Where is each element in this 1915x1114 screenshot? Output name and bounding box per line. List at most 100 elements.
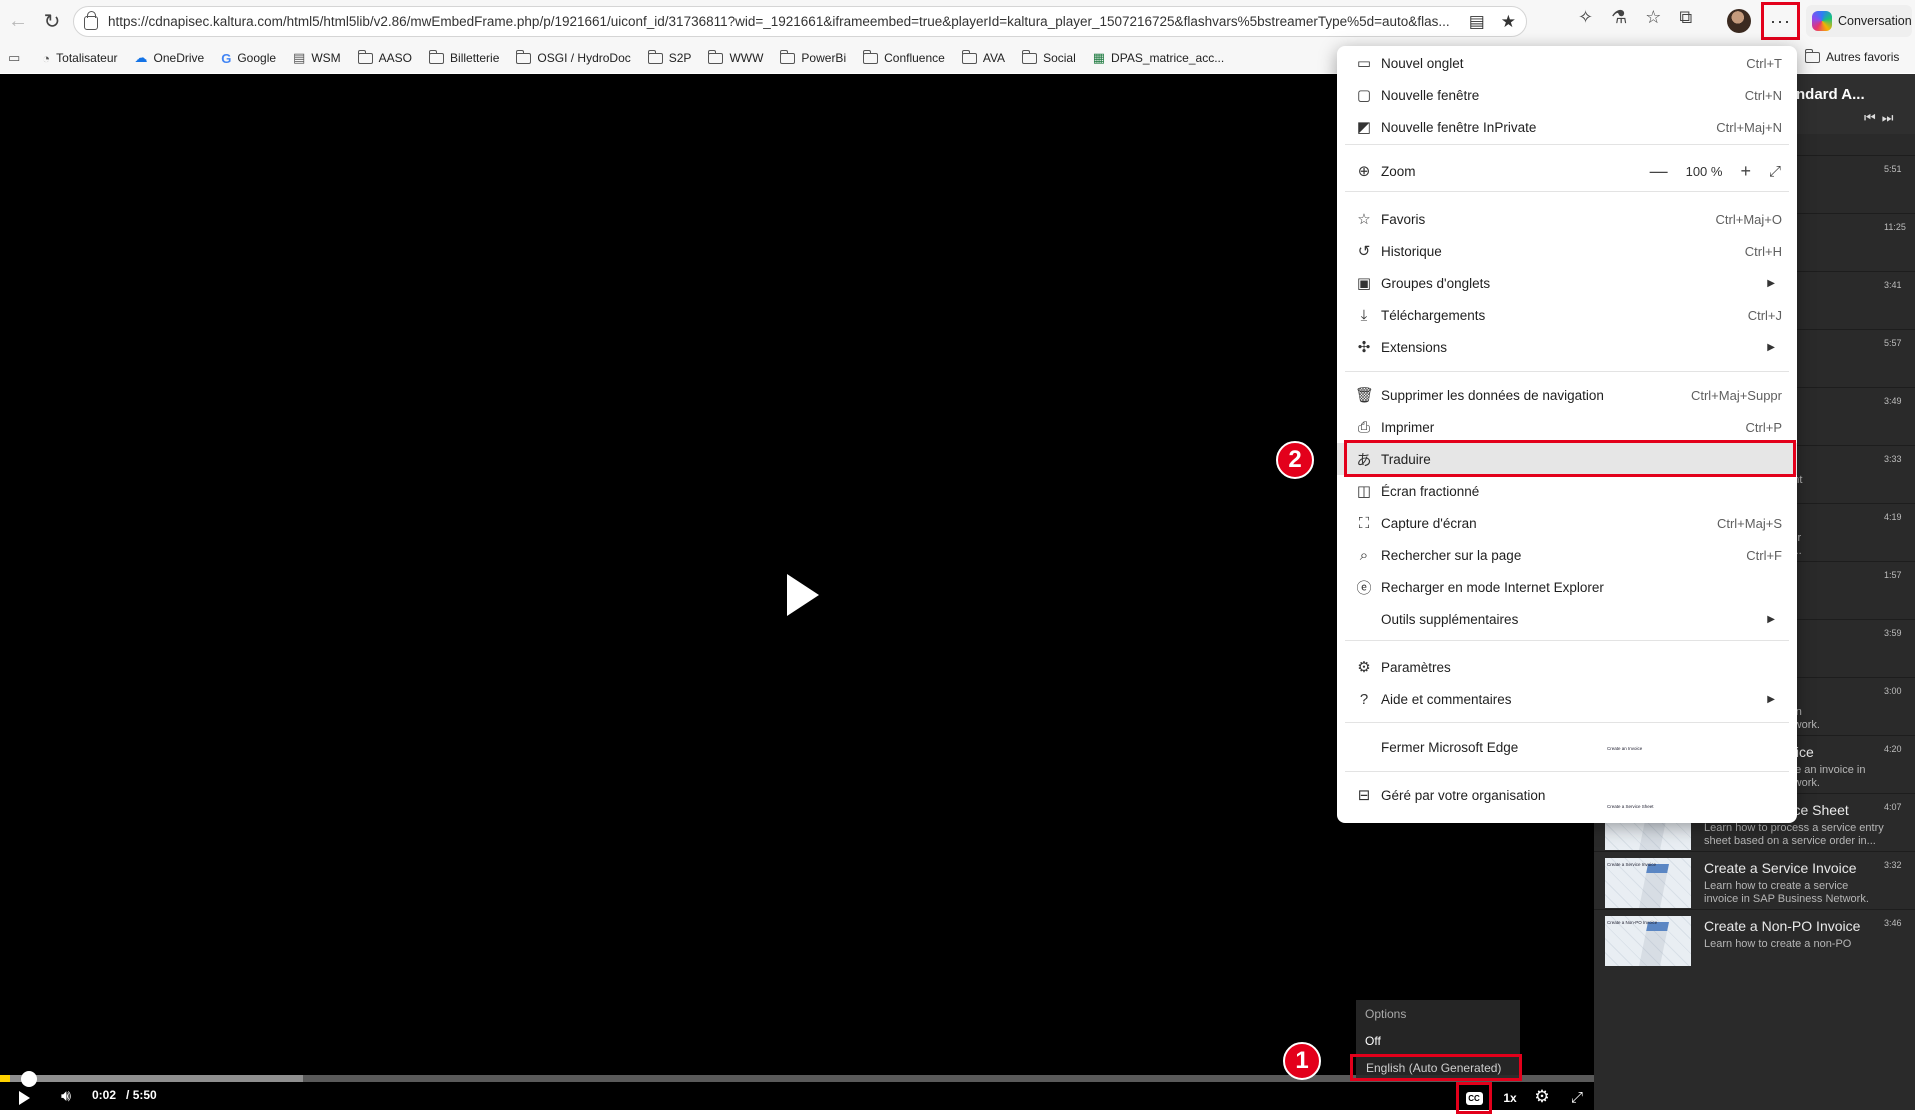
cc-icon: CC (1465, 1091, 1483, 1105)
playlist-item-description: Learn how to create a service invoice in… (1704, 880, 1869, 905)
edge-settings-menu: ▭ Nouvel onglet Ctrl+T ▢ Nouvelle fenêtre Ctr… (1337, 46, 1797, 823)
favorite-item[interactable]: PowerBi (780, 49, 847, 65)
reader-view-icon[interactable]: ▤ (1469, 12, 1485, 32)
gauge-icon: ◔ (42, 50, 51, 66)
playlist-item-duration: 5:51 (1884, 164, 1902, 174)
zoom-icon: ⊕ (1357, 163, 1371, 180)
folder-icon (647, 49, 663, 64)
seek-handle[interactable] (20, 1071, 37, 1087)
url-text[interactable]: https://cdnapisec.kaltura.com/html5/html… (108, 14, 1457, 29)
extensions-puzzle-icon[interactable]: ✧ (1578, 7, 1593, 28)
playlist-item-duration: 11:25 (1884, 222, 1906, 232)
favorite-item[interactable]: AASO (357, 49, 412, 65)
favorite-item[interactable]: S2P (647, 49, 691, 65)
menu-item-aide-et-commentaires[interactable]: ? Aide et commentaires ▶ (1337, 683, 1797, 715)
volume-icon[interactable]: 🔊︎ (55, 1086, 77, 1108)
step-badge-1: 1 (1283, 1042, 1321, 1080)
favorite-item[interactable]: Social (1022, 49, 1076, 65)
play-icon[interactable] (14, 1088, 34, 1108)
split-screen-icon: ◫ (1356, 483, 1372, 500)
zoom-out-button[interactable]: — (1650, 161, 1668, 182)
favorite-label: WWW (729, 51, 764, 65)
favorite-item[interactable]: AVA (961, 49, 1005, 65)
menu-item-nouvelle-fenetre-inprivate[interactable]: ◩ Nouvelle fenêtre InPrivate Ctrl+Maj+N (1337, 111, 1797, 143)
playlist-item-duration: 4:07 (1884, 802, 1902, 812)
back-icon[interactable]: ← (0, 3, 36, 39)
fullscreen-icon[interactable]: ⤢ (1565, 1086, 1589, 1108)
menu-item-label: Téléchargements (1381, 307, 1486, 323)
collections-icon[interactable]: ⧉ (1679, 7, 1692, 28)
menu-item-extensions[interactable]: ✣ Extensions ▶ (1337, 331, 1797, 363)
playlist-item-duration: 3:00 (1884, 686, 1902, 696)
favorite-item[interactable]: ◔ Totalisateur (42, 51, 117, 66)
menu-item-gere-par-votre-organisation[interactable]: ⊟ Géré par votre organisation (1337, 779, 1797, 811)
menu-item-favoris[interactable]: ☆ Favoris Ctrl+Maj+O (1337, 203, 1797, 235)
zoom-in-button[interactable]: + (1740, 161, 1751, 182)
menu-item-imprimer[interactable]: ⎙ Imprimer Ctrl+P (1337, 411, 1797, 443)
playlist-item-title: Create a Service Invoice (1704, 860, 1857, 876)
page-icon: ▤ (293, 50, 306, 65)
favorite-item[interactable]: ▦ DPAS_matrice_acc... (1093, 50, 1224, 66)
menu-separator (1345, 144, 1789, 145)
playlist-item-duration: 3:46 (1884, 918, 1902, 928)
captions-off-option[interactable]: Off (1356, 1027, 1520, 1054)
menu-item-supprimer-les-donnees-de-navigation[interactable]: 🗑︎ Supprimer les données de navigation Ctr… (1337, 379, 1797, 411)
print-icon: ⎙ (1357, 418, 1370, 436)
menu-separator (1345, 771, 1789, 772)
favorite-item[interactable]: Confluence (863, 49, 945, 65)
playlist-prev-next-icon[interactable]: ⏮⏭ (1864, 110, 1899, 126)
menu-item-shortcut: Ctrl+Maj+Suppr (1690, 387, 1782, 403)
other-favorites[interactable]: Autres favoris (1805, 48, 1899, 64)
playlist-item[interactable]: Create a Service Invoice Create a Service… (1594, 851, 1915, 909)
address-bar[interactable]: https://cdnapisec.kaltura.com/html5/html… (73, 6, 1527, 37)
favorite-item[interactable]: ☁ OneDrive (135, 50, 205, 66)
menu-item-rechercher-sur-la-page[interactable]: ⌕ Rechercher sur la page Ctrl+F (1337, 539, 1797, 571)
copilot-button[interactable]: Conversation (1806, 5, 1912, 37)
playlist-item[interactable]: Create a Non-PO Invoice Create a Non-PO I… (1594, 909, 1915, 967)
gear-icon[interactable]: ⚙ (1530, 1086, 1554, 1108)
menu-item-shortcut: Ctrl+P (1745, 419, 1782, 435)
menu-item-label: Historique (1381, 243, 1442, 259)
menu-item-outils-supplementaires[interactable]: Outils supplémentaires ▶ (1337, 603, 1797, 635)
folder-icon (357, 49, 373, 64)
favorite-star-icon[interactable]: ★ (1501, 12, 1516, 32)
menu-item-parametres[interactable]: ⚙ Paramètres (1337, 651, 1797, 683)
menu-item-nouvel-onglet[interactable]: ▭ Nouvel onglet Ctrl+T (1337, 47, 1797, 79)
performance-icon[interactable]: ⚗ (1611, 7, 1627, 28)
favorite-item[interactable]: Billetterie (429, 49, 499, 65)
menu-item-telechargements[interactable]: ⤓ Téléchargements Ctrl+J (1337, 299, 1797, 331)
speed-button[interactable]: 1x (1498, 1088, 1522, 1108)
menu-item-recharger-en-mode-internet-explorer[interactable]: ⓔ Recharger en mode Internet Explorer (1337, 571, 1797, 603)
menu-item-ecran-fractionne[interactable]: ◫ Écran fractionné (1337, 475, 1797, 507)
menu-item-capture-d-ecran[interactable]: ⛶ Capture d'écran Ctrl+Maj+S (1337, 507, 1797, 539)
menu-item-nouvelle-fenetre[interactable]: ▢ Nouvelle fenêtre Ctrl+N (1337, 79, 1797, 111)
favorite-item[interactable]: ▤ WSM (293, 50, 341, 66)
favorite-item[interactable]: G Google (221, 51, 276, 66)
favorite-item[interactable]: OSGI / HydroDoc (516, 49, 631, 65)
menu-item-label: Extensions (1381, 339, 1448, 355)
menu-item-label: Imprimer (1381, 419, 1435, 435)
favorites-list-icon[interactable]: ☆ (1645, 7, 1661, 28)
profile-avatar[interactable] (1727, 9, 1751, 33)
captions-english-option[interactable]: English (Auto Generated) (1350, 1054, 1522, 1081)
settings-more-button[interactable]: ··· (1761, 2, 1800, 40)
refresh-icon[interactable]: ↻ (34, 3, 70, 39)
fullscreen-icon[interactable]: ⤢ (1769, 163, 1781, 180)
menu-item-label: Groupes d'onglets (1381, 275, 1491, 291)
playlist-item-title: Create a Non-PO Invoice (1704, 918, 1861, 934)
menu-item-historique[interactable]: ↺ Historique Ctrl+H (1337, 235, 1797, 267)
menu-item-label: Rechercher sur la page (1381, 547, 1522, 563)
trash-icon: 🗑︎ (1355, 387, 1375, 404)
menu-item-label: Géré par votre organisation (1381, 787, 1546, 803)
reading-list-icon[interactable]: ▭ (8, 50, 20, 66)
menu-item-fermer-microsoft-edge[interactable]: Fermer Microsoft Edge (1337, 731, 1797, 763)
big-play-icon[interactable] (787, 574, 819, 616)
menu-item-shortcut: Ctrl+H (1744, 243, 1782, 259)
menu-item-zoom[interactable]: ⊕ Zoom — 100 % + ⤢ (1337, 155, 1797, 187)
favorite-label: PowerBi (801, 51, 847, 65)
chevron-right-icon: ▶ (1767, 341, 1775, 353)
briefcase-icon: ⊟ (1357, 787, 1371, 804)
captions-button[interactable]: CC (1456, 1082, 1492, 1114)
favorite-item[interactable]: WWW (708, 49, 764, 65)
menu-item-groupes-d-onglets[interactable]: ▣ Groupes d'onglets ▶ (1337, 267, 1797, 299)
